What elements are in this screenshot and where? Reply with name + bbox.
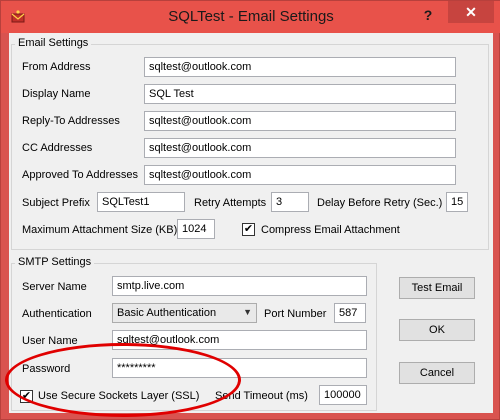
use-ssl-label: Use Secure Sockets Layer (SSL) — [38, 390, 200, 402]
password-label: Password — [22, 363, 71, 375]
from-address-label: From Address — [22, 61, 91, 73]
max-attachment-size-label: Maximum Attachment Size (KB) — [22, 224, 178, 236]
port-number-field[interactable]: 587 — [334, 303, 366, 323]
password-field[interactable]: ********* — [112, 358, 367, 378]
from-address-field[interactable]: sqltest@outlook.com — [144, 57, 456, 77]
delay-before-retry-label: Delay Before Retry (Sec.) — [317, 197, 443, 209]
delay-before-retry-field[interactable]: 15 — [446, 192, 468, 212]
retry-attempts-field[interactable]: 3 — [271, 192, 309, 212]
display-name-label: Display Name — [22, 88, 91, 100]
ok-button[interactable]: OK — [399, 319, 475, 341]
close-button[interactable]: ✕ — [448, 1, 494, 23]
test-email-button[interactable]: Test Email — [399, 277, 475, 299]
authentication-select[interactable]: Basic Authentication ▼ — [112, 303, 257, 323]
approved-to-field[interactable]: sqltest@outlook.com — [144, 165, 456, 185]
smtp-settings-group-label: SMTP Settings — [15, 256, 95, 268]
subject-prefix-label: Subject Prefix — [22, 197, 90, 209]
user-name-label: User Name — [22, 335, 78, 347]
server-name-field[interactable]: smtp.live.com — [112, 276, 367, 296]
display-name-field[interactable]: SQL Test — [144, 84, 456, 104]
compress-attachment-checkbox[interactable]: ✔ — [242, 223, 255, 236]
email-settings-group-label: Email Settings — [15, 37, 92, 49]
send-timeout-label: Send Timeout (ms) — [215, 390, 308, 402]
max-attachment-size-field[interactable]: 1024 — [177, 219, 215, 239]
authentication-label: Authentication — [22, 308, 92, 320]
user-name-field[interactable]: sqltest@outlook.com — [112, 330, 367, 350]
send-timeout-field[interactable]: 100000 — [319, 385, 367, 405]
reply-to-label: Reply-To Addresses — [22, 115, 120, 127]
compress-attachment-label: Compress Email Attachment — [261, 224, 400, 236]
dialog-client-area: Email Settings From Address sqltest@outl… — [9, 33, 493, 413]
port-number-label: Port Number — [264, 308, 327, 320]
retry-attempts-label: Retry Attempts — [194, 197, 267, 209]
approved-to-label: Approved To Addresses — [22, 169, 138, 181]
server-name-label: Server Name — [22, 281, 87, 293]
authentication-selected-value: Basic Authentication — [117, 307, 217, 319]
cc-addresses-field[interactable]: sqltest@outlook.com — [144, 138, 456, 158]
help-button[interactable]: ? — [415, 5, 441, 25]
use-ssl-checkbox[interactable]: ✔ — [20, 390, 33, 403]
subject-prefix-field[interactable]: SQLTest1 — [97, 192, 185, 212]
chevron-down-icon: ▼ — [243, 307, 252, 317]
title-bar: SQLTest - Email Settings ? ✕ — [1, 1, 500, 33]
email-settings-window: SQLTest - Email Settings ? ✕ Email Setti… — [0, 0, 500, 420]
cc-addresses-label: CC Addresses — [22, 142, 93, 154]
reply-to-field[interactable]: sqltest@outlook.com — [144, 111, 456, 131]
cancel-button[interactable]: Cancel — [399, 362, 475, 384]
